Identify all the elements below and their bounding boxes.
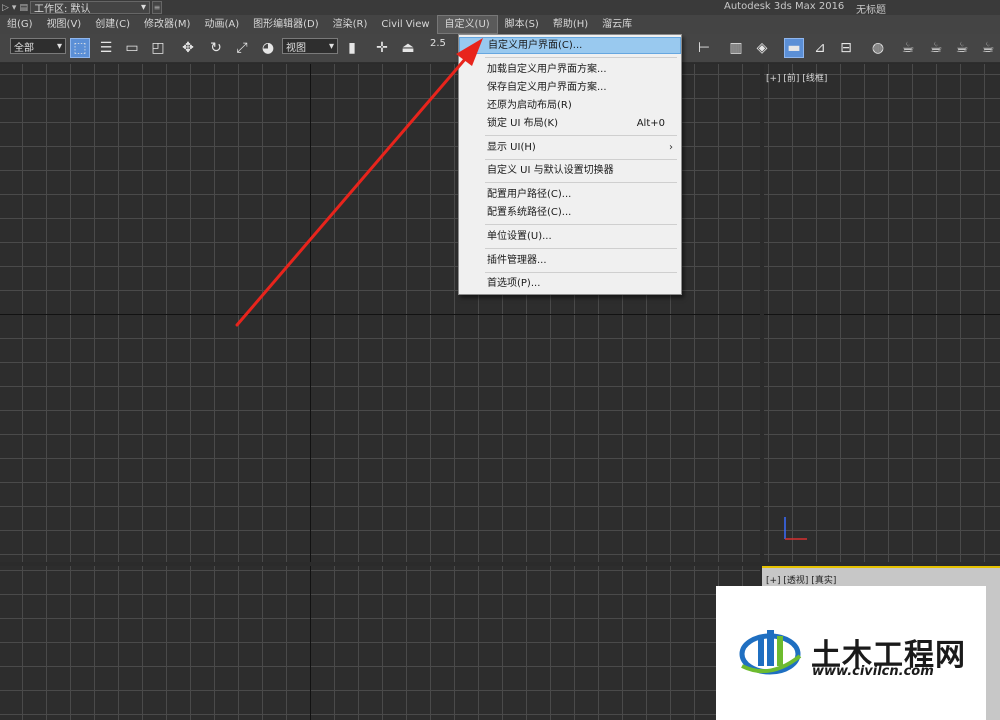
selection-filter-dropdown[interactable]: 全部 ▾	[10, 38, 66, 54]
selection-filter-value: 全部	[14, 42, 34, 54]
menu-cloud-library[interactable]: 溜云库	[595, 15, 639, 34]
toggle-ribbon-icon[interactable]: ▬	[784, 38, 804, 58]
axis-tripod-icon	[784, 517, 807, 540]
place-icon[interactable]: ◕	[258, 38, 278, 58]
grid-axis-vertical	[310, 64, 311, 562]
menu-graph-editors[interactable]: 图形编辑器(D)	[246, 15, 326, 34]
select-by-name-icon[interactable]: ☰	[96, 38, 116, 58]
menu-item-lock-ui-layout[interactable]: 锁定 UI 布局(K) Alt+0	[459, 115, 681, 132]
quick-access-dropdown[interactable]: ≡	[151, 1, 162, 14]
rectangular-selection-icon[interactable]: ▭	[122, 38, 142, 58]
menu-item-preferences[interactable]: 首选项(P)...	[459, 275, 681, 292]
chevron-down-icon: ▾	[140, 2, 146, 13]
menu-item-save-ui-scheme[interactable]: 保存自定义用户界面方案...	[459, 79, 681, 96]
menu-separator	[485, 182, 677, 183]
snap-toggle-value[interactable]: 2.5	[430, 38, 446, 49]
reference-coordinate-value: 视图	[286, 42, 306, 54]
menu-item-load-ui-scheme[interactable]: 加载自定义用户界面方案...	[459, 61, 681, 78]
menu-animation[interactable]: 动画(A)	[197, 15, 246, 34]
watermark-logo: 土木工程网 www.civilcn.com	[716, 586, 986, 720]
window-crossing-icon[interactable]: ◰	[148, 38, 168, 58]
menu-item-label: 显示 UI(H)	[487, 142, 536, 153]
menu-item-label: 锁定 UI 布局(K)	[487, 118, 558, 129]
civilcn-logo-icon	[739, 630, 802, 675]
menu-item-revert-startup-layout[interactable]: 还原为启动布局(R)	[459, 97, 681, 114]
layer-explorer-icon[interactable]: ◈	[752, 38, 772, 58]
grid-axis-horizontal	[764, 314, 1000, 315]
menu-item-label: 首选项(P)...	[487, 278, 541, 289]
select-object-icon[interactable]: ⬚	[70, 38, 90, 58]
customize-menu: 自定义用户界面(C)... 加载自定义用户界面方案... 保存自定义用户界面方案…	[458, 34, 682, 295]
render-production-icon[interactable]: ☕	[952, 38, 972, 58]
app-title: Autodesk 3ds Max 2016	[724, 1, 845, 12]
menu-item-configure-user-paths[interactable]: 配置用户路径(C)...	[459, 186, 681, 203]
menu-customize[interactable]: 自定义(U)	[436, 15, 498, 34]
menu-separator	[485, 135, 677, 136]
chevron-down-icon[interactable]: ▾	[12, 3, 17, 13]
menu-item-label: 插件管理器...	[487, 255, 547, 266]
menu-item-label: 自定义 UI 与默认设置切换器	[487, 165, 614, 176]
scale-icon[interactable]: ⤢	[232, 38, 252, 58]
viewport-label[interactable]: [+] [透视] [真实]	[766, 573, 836, 586]
chevron-down-icon: ▾	[56, 40, 62, 52]
menu-item-ui-defaults-switcher[interactable]: 自定义 UI 与默认设置切换器	[459, 162, 681, 179]
render-setup-icon[interactable]: ☕	[898, 38, 918, 58]
select-manipulate-icon[interactable]: ✛	[372, 38, 392, 58]
menu-item-label: 配置用户路径(C)...	[487, 189, 572, 200]
menu-item-show-ui[interactable]: 显示 UI(H) ›	[459, 139, 681, 156]
workspace-selector[interactable]: 工作区: 默认 ▾	[29, 1, 150, 15]
menu-rendering[interactable]: 渲染(R)	[326, 15, 375, 34]
title-bar: ▷ ▾ ▤ 工作区: 默认 ▾ ≡ Autodesk 3ds Max 2016 …	[0, 0, 1000, 16]
file-icon[interactable]: ▤	[19, 3, 28, 13]
menu-views[interactable]: 视图(V)	[40, 15, 89, 34]
menu-item-label: 保存自定义用户界面方案...	[487, 82, 607, 93]
pivot-center-icon[interactable]: ▮	[342, 38, 362, 58]
menu-separator	[485, 57, 677, 58]
menu-create[interactable]: 创建(C)	[88, 15, 137, 34]
render-iterative-icon[interactable]: ☕	[978, 38, 998, 58]
viewport-bottom-left[interactable]	[0, 566, 760, 720]
chevron-right-icon[interactable]: ▷	[2, 3, 9, 13]
rotate-icon[interactable]: ↻	[206, 38, 226, 58]
grid-axis-vertical	[310, 566, 311, 720]
menu-item-units-setup[interactable]: 单位设置(U)...	[459, 228, 681, 245]
menu-separator	[485, 224, 677, 225]
schematic-view-icon[interactable]: ⊟	[836, 38, 856, 58]
material-editor-icon[interactable]: ◍	[868, 38, 888, 58]
curve-editor-icon[interactable]: ⊿	[810, 38, 830, 58]
menu-bar: 组(G) 视图(V) 创建(C) 修改器(M) 动画(A) 图形编辑器(D) 渲…	[0, 15, 1000, 34]
menu-help[interactable]: 帮助(H)	[546, 15, 595, 34]
chevron-right-icon: ›	[669, 142, 673, 153]
menu-scripting[interactable]: 脚本(S)	[498, 15, 546, 34]
menu-item-configure-system-paths[interactable]: 配置系统路径(C)...	[459, 204, 681, 221]
keyboard-shortcut-override-icon[interactable]: ⏏	[398, 38, 418, 58]
menu-item-plugin-manager[interactable]: 插件管理器...	[459, 252, 681, 269]
grid-axis-horizontal	[0, 314, 760, 315]
align-icon[interactable]: ⊢	[694, 38, 714, 58]
workspace-label: 工作区: 默认	[33, 4, 91, 15]
menu-modifiers[interactable]: 修改器(M)	[137, 15, 197, 34]
menu-item-customize-ui[interactable]: 自定义用户界面(C)...	[459, 37, 681, 54]
viewport-front[interactable]: [+] [前] [线框]	[764, 64, 1000, 562]
menu-civil-view[interactable]: Civil View	[374, 15, 436, 34]
menu-item-label: 配置系统路径(C)...	[487, 207, 572, 218]
menu-item-label: 自定义用户界面(C)...	[488, 40, 583, 51]
menu-item-label: 加载自定义用户界面方案...	[487, 64, 607, 75]
menu-separator	[485, 159, 677, 160]
move-icon[interactable]: ✥	[178, 38, 198, 58]
watermark-url: www.civilcn.com	[812, 664, 934, 679]
chevron-down-icon: ▾	[328, 40, 334, 52]
viewport-label[interactable]: [+] [前] [线框]	[766, 71, 827, 84]
quick-access-icons: ▷ ▾ ▤	[0, 3, 28, 13]
rendered-frame-window-icon[interactable]: ☕	[926, 38, 946, 58]
scene-explorer-icon[interactable]: ▥	[726, 38, 746, 58]
menu-group[interactable]: 组(G)	[0, 15, 40, 34]
reference-coordinate-dropdown[interactable]: 视图 ▾	[282, 38, 338, 54]
menu-separator	[485, 272, 677, 273]
menu-separator	[485, 248, 677, 249]
document-title: 无标题	[856, 5, 886, 16]
menu-item-shortcut: Alt+0	[636, 118, 665, 129]
menu-item-label: 还原为启动布局(R)	[487, 100, 572, 111]
menu-item-label: 单位设置(U)...	[487, 231, 552, 242]
